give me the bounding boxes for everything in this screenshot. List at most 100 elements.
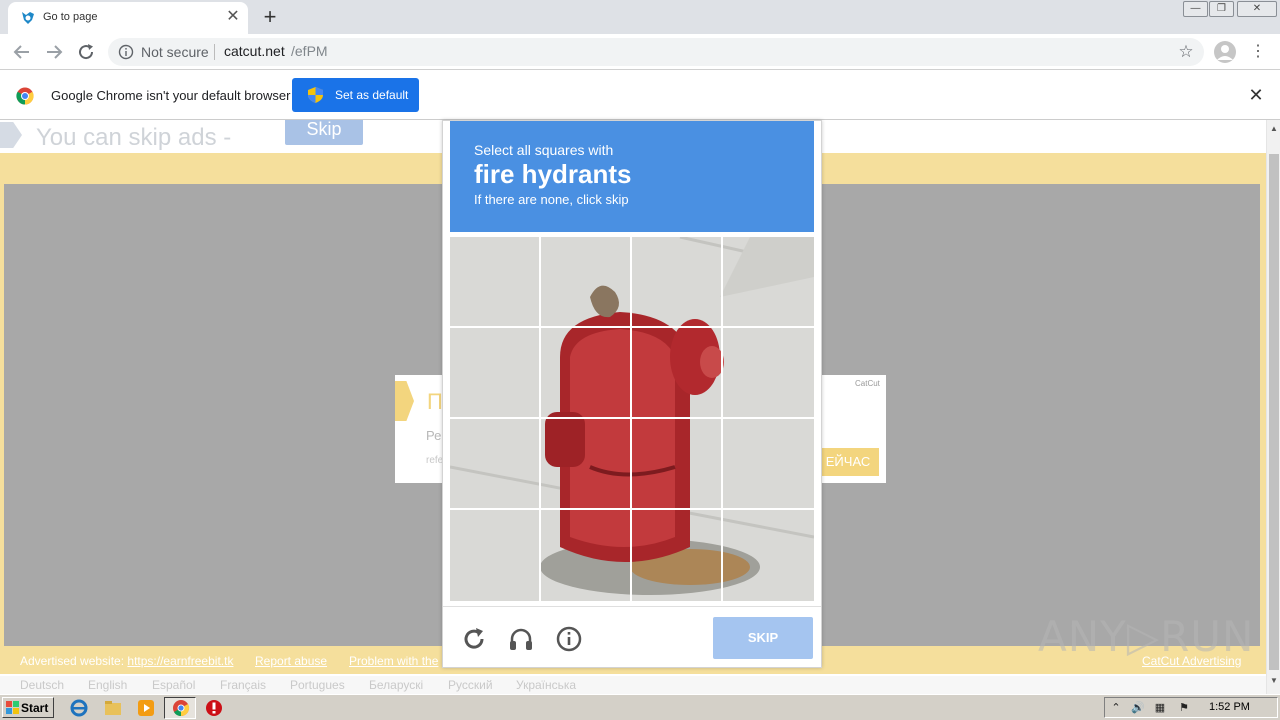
lang-link[interactable]: English — [88, 678, 127, 692]
network-icon[interactable]: ▦ — [1153, 701, 1167, 715]
infobar-close-icon[interactable]: ✕ — [1246, 85, 1266, 105]
captcha-tile[interactable] — [723, 510, 812, 599]
captcha-target: fire hydrants — [474, 159, 632, 189]
lang-link[interactable]: Français — [220, 678, 266, 692]
captcha-image-grid — [450, 237, 814, 601]
captcha-tile[interactable] — [632, 328, 721, 417]
ad-subtitle-2: refe — [426, 455, 444, 466]
set-as-default-label: Set as default — [335, 88, 409, 102]
captcha-skip-button[interactable]: SKIP — [713, 617, 813, 659]
ad-tag-chevron — [395, 381, 414, 421]
info-icon[interactable] — [118, 44, 134, 60]
advertised-prefix: Advertised website: — [20, 654, 128, 668]
recaptcha-dialog: Select all squares with fire hydrants If… — [442, 120, 822, 668]
captcha-tile[interactable] — [450, 419, 539, 508]
media-player-icon[interactable] — [137, 699, 155, 717]
skip-banner-chevron — [0, 122, 22, 148]
report-abuse-link[interactable]: Report abuse — [255, 654, 327, 668]
ad-action-button[interactable]: ЕЙЧАС — [817, 448, 879, 476]
scroll-thumb[interactable] — [1269, 154, 1279, 670]
set-as-default-button[interactable]: Set as default — [292, 78, 419, 112]
bookmark-star-icon[interactable]: ☆ — [1176, 42, 1196, 62]
audio-challenge-icon[interactable] — [507, 625, 535, 653]
ad-title: П — [427, 389, 443, 414]
close-window-button[interactable]: ✕ — [1237, 1, 1277, 17]
tab-title: Go to page — [43, 11, 98, 23]
tray-expand-icon[interactable]: ⌃ — [1109, 701, 1123, 715]
back-arrow-icon[interactable] — [10, 40, 34, 64]
lang-link[interactable]: Беларускі — [369, 678, 423, 692]
chrome-menu-icon[interactable]: ⋮ — [1250, 42, 1266, 62]
chrome-taskbar-icon — [173, 700, 190, 717]
captcha-tile[interactable] — [541, 419, 630, 508]
catcut-favicon-icon — [22, 12, 34, 24]
captcha-tile[interactable] — [723, 419, 812, 508]
captcha-tile[interactable] — [632, 510, 721, 599]
captcha-hint: If there are none, click skip — [474, 192, 629, 207]
captcha-tile[interactable] — [541, 328, 630, 417]
captcha-tile[interactable] — [541, 510, 630, 599]
browser-toolbar: Not secure catcut.net /efPM ☆ ⋮ — [0, 34, 1280, 70]
opera-icon[interactable] — [205, 699, 223, 717]
security-label: Not secure — [141, 44, 209, 60]
captcha-instruction: Select all squares with — [474, 142, 614, 158]
omnibox-divider — [214, 44, 215, 60]
chrome-logo-icon — [16, 87, 34, 105]
clock[interactable]: 1:52 PM — [1209, 701, 1250, 713]
action-center-flag-icon[interactable]: ⚑ — [1177, 701, 1191, 715]
ad-brand: CatCut — [855, 379, 880, 388]
shield-icon — [308, 87, 323, 103]
captcha-tile[interactable] — [723, 328, 812, 417]
address-bar[interactable]: Not secure catcut.net /efPM ☆ — [108, 38, 1204, 66]
page-scrollbar[interactable]: ▲ ▼ — [1266, 120, 1280, 694]
lang-link[interactable]: Portugues — [290, 678, 345, 692]
default-browser-infobar: Google Chrome isn't your default browser… — [0, 71, 1280, 120]
captcha-header: Select all squares with fire hydrants If… — [450, 121, 814, 232]
file-explorer-icon[interactable] — [104, 699, 122, 717]
windows-logo-icon — [6, 701, 19, 714]
profile-avatar-icon[interactable] — [1214, 41, 1236, 63]
captcha-tile[interactable] — [632, 419, 721, 508]
lang-link[interactable]: Українська — [516, 678, 576, 692]
tab-strip: Go to page ✕ + — ❐ ✕ — [0, 0, 1280, 34]
new-tab-button[interactable]: + — [258, 6, 282, 30]
lang-link[interactable]: Español — [152, 678, 195, 692]
captcha-tile[interactable] — [541, 237, 630, 326]
tab-close-icon[interactable]: ✕ — [224, 8, 242, 26]
captcha-tile[interactable] — [450, 328, 539, 417]
windows-taskbar: Start ⌃ 🔊 ▦ ⚑ 1:52 PM — [0, 694, 1280, 720]
internet-explorer-icon[interactable] — [70, 699, 88, 717]
restore-button[interactable]: ❐ — [1209, 1, 1234, 17]
url-path: /efPM — [291, 43, 328, 59]
advertised-link[interactable]: https://earnfreebit.tk — [127, 654, 233, 668]
language-bar: Deutsch English Español Français Portugu… — [0, 676, 1266, 694]
forward-arrow-icon[interactable] — [42, 40, 66, 64]
url-host: catcut.net — [224, 43, 285, 59]
start-label: Start — [21, 701, 49, 715]
skip-ads-button[interactable]: Skip — [285, 120, 363, 145]
lang-link[interactable]: Deutsch — [20, 678, 64, 692]
skip-ads-text: You can skip ads - — [36, 124, 232, 151]
captcha-tile[interactable] — [450, 237, 539, 326]
lang-link[interactable]: Русский — [448, 678, 493, 692]
minimize-button[interactable]: — — [1183, 1, 1208, 17]
system-tray: ⌃ 🔊 ▦ ⚑ 1:52 PM — [1104, 697, 1278, 718]
info-help-icon[interactable] — [555, 625, 583, 653]
infobar-message: Google Chrome isn't your default browser — [51, 88, 291, 103]
tab-go-to-page[interactable]: Go to page ✕ — [8, 2, 248, 34]
taskbar-chrome-button[interactable] — [164, 697, 196, 719]
scroll-up-arrow-icon[interactable]: ▲ — [1267, 124, 1280, 134]
start-button[interactable]: Start — [2, 697, 54, 718]
reload-icon[interactable] — [74, 40, 98, 64]
problem-link[interactable]: Problem with the — [349, 654, 438, 668]
reload-challenge-icon[interactable] — [460, 625, 488, 653]
advertised-website: Advertised website: https://earnfreebit.… — [20, 654, 233, 668]
captcha-tile[interactable] — [723, 237, 812, 326]
volume-icon[interactable]: 🔊 — [1131, 701, 1145, 715]
anyrun-watermark: ANY▷RUN — [1038, 612, 1255, 661]
captcha-tile[interactable] — [450, 510, 539, 599]
ad-subtitle: Ре — [426, 428, 442, 443]
scroll-down-arrow-icon[interactable]: ▼ — [1267, 676, 1280, 686]
captcha-footer-divider — [443, 606, 821, 607]
captcha-tile[interactable] — [632, 237, 721, 326]
